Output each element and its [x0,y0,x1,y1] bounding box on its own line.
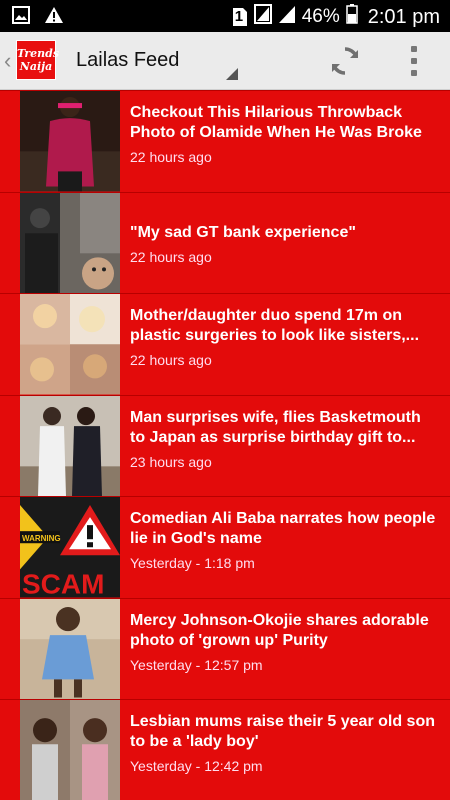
refresh-icon [332,47,358,75]
item-title: Man surprises wife, flies Basketmouth to… [130,408,421,446]
thumbnail-image [20,598,120,699]
item-title: Lesbian mums raise their 5 year old son … [130,713,435,750]
dropdown-triangle-icon[interactable] [226,68,238,80]
action-bar: ‹ Trends Naija Lailas Feed [0,32,450,90]
thumbnail-image [20,395,120,496]
item-timestamp: 22 hours ago [130,149,212,165]
item-stripe [0,395,20,496]
signal-bars-icon [278,4,296,30]
feed-item[interactable]: Checkout This Hilarious Throwback Photo … [0,90,450,192]
warning-icon [44,6,64,29]
feed-item[interactable]: Mercy Johnson-Okojie shares adorable pho… [0,597,450,699]
battery-icon [345,4,358,30]
item-stripe [0,192,20,293]
item-title: Mercy Johnson-Okojie shares adorable pho… [130,611,429,649]
logo-text-line2: Naija [19,60,53,73]
battery-percent: 46% [301,6,340,27]
sim-slot-number: 1 [234,8,244,25]
item-title: "My sad GT bank experience" [130,223,356,241]
item-title: Checkout This Hilarious Throwback Photo … [130,104,422,141]
feed-item[interactable]: Mother/daughter duo spend 17m on plastic… [0,293,450,395]
feed-item[interactable]: "My sad GT bank experience" 22 hours ago [0,191,450,293]
item-timestamp: 23 hours ago [130,453,212,470]
item-timestamp: Yesterday - 12:57 pm [130,656,263,673]
refresh-button[interactable] [328,44,362,78]
sim-slot-icon: 1 [232,7,248,27]
item-timestamp: Yesterday - 1:18 pm [130,555,255,571]
gallery-notification-icon [12,6,30,29]
thumbnail-image: WARNING SCAM [20,497,120,598]
chevron-left-icon[interactable]: ‹ [4,48,11,74]
app-logo[interactable]: Trends Naija [16,40,60,80]
item-stripe [0,497,20,598]
item-title: Mother/daughter duo spend 17m on plastic… [130,307,420,344]
news-feed-list[interactable]: Checkout This Hilarious Throwback Photo … [0,90,450,800]
clock: 2:01 pm [367,5,440,28]
status-bar: 1 46% 2:01 pm [0,0,450,32]
overflow-dot [411,70,417,76]
feed-item[interactable]: Lesbian mums raise their 5 year old son … [0,699,450,800]
signal-strength-icon [253,4,272,30]
feed-item[interactable]: Man surprises wife, flies Basketmouth to… [0,394,450,496]
item-stripe [0,294,20,395]
item-stripe [0,598,20,699]
thumb-scam-text: SCAM [22,568,104,597]
thumbnail-image [20,192,120,293]
feed-selector-title[interactable]: Lailas Feed [76,49,179,72]
item-stripe [0,700,20,800]
item-timestamp: Yesterday - 12:42 pm [130,758,263,774]
thumbnail-image [20,700,120,800]
item-timestamp: 22 hours ago [130,352,212,368]
overflow-dot [411,46,417,52]
item-timestamp: 22 hours ago [130,248,212,265]
thumbnail-image [20,294,120,395]
thumbnail-image [20,91,120,192]
feed-item[interactable]: WARNING SCAM Comedian Ali Baba narrates … [0,496,450,598]
overflow-menu-button[interactable] [404,44,424,78]
thumb-warning-text: WARNING [22,534,61,543]
item-stripe [0,91,20,192]
logo-text-line1: Trends [17,47,60,60]
item-title: Comedian Ali Baba narrates how people li… [130,510,436,547]
overflow-dot [411,58,417,64]
